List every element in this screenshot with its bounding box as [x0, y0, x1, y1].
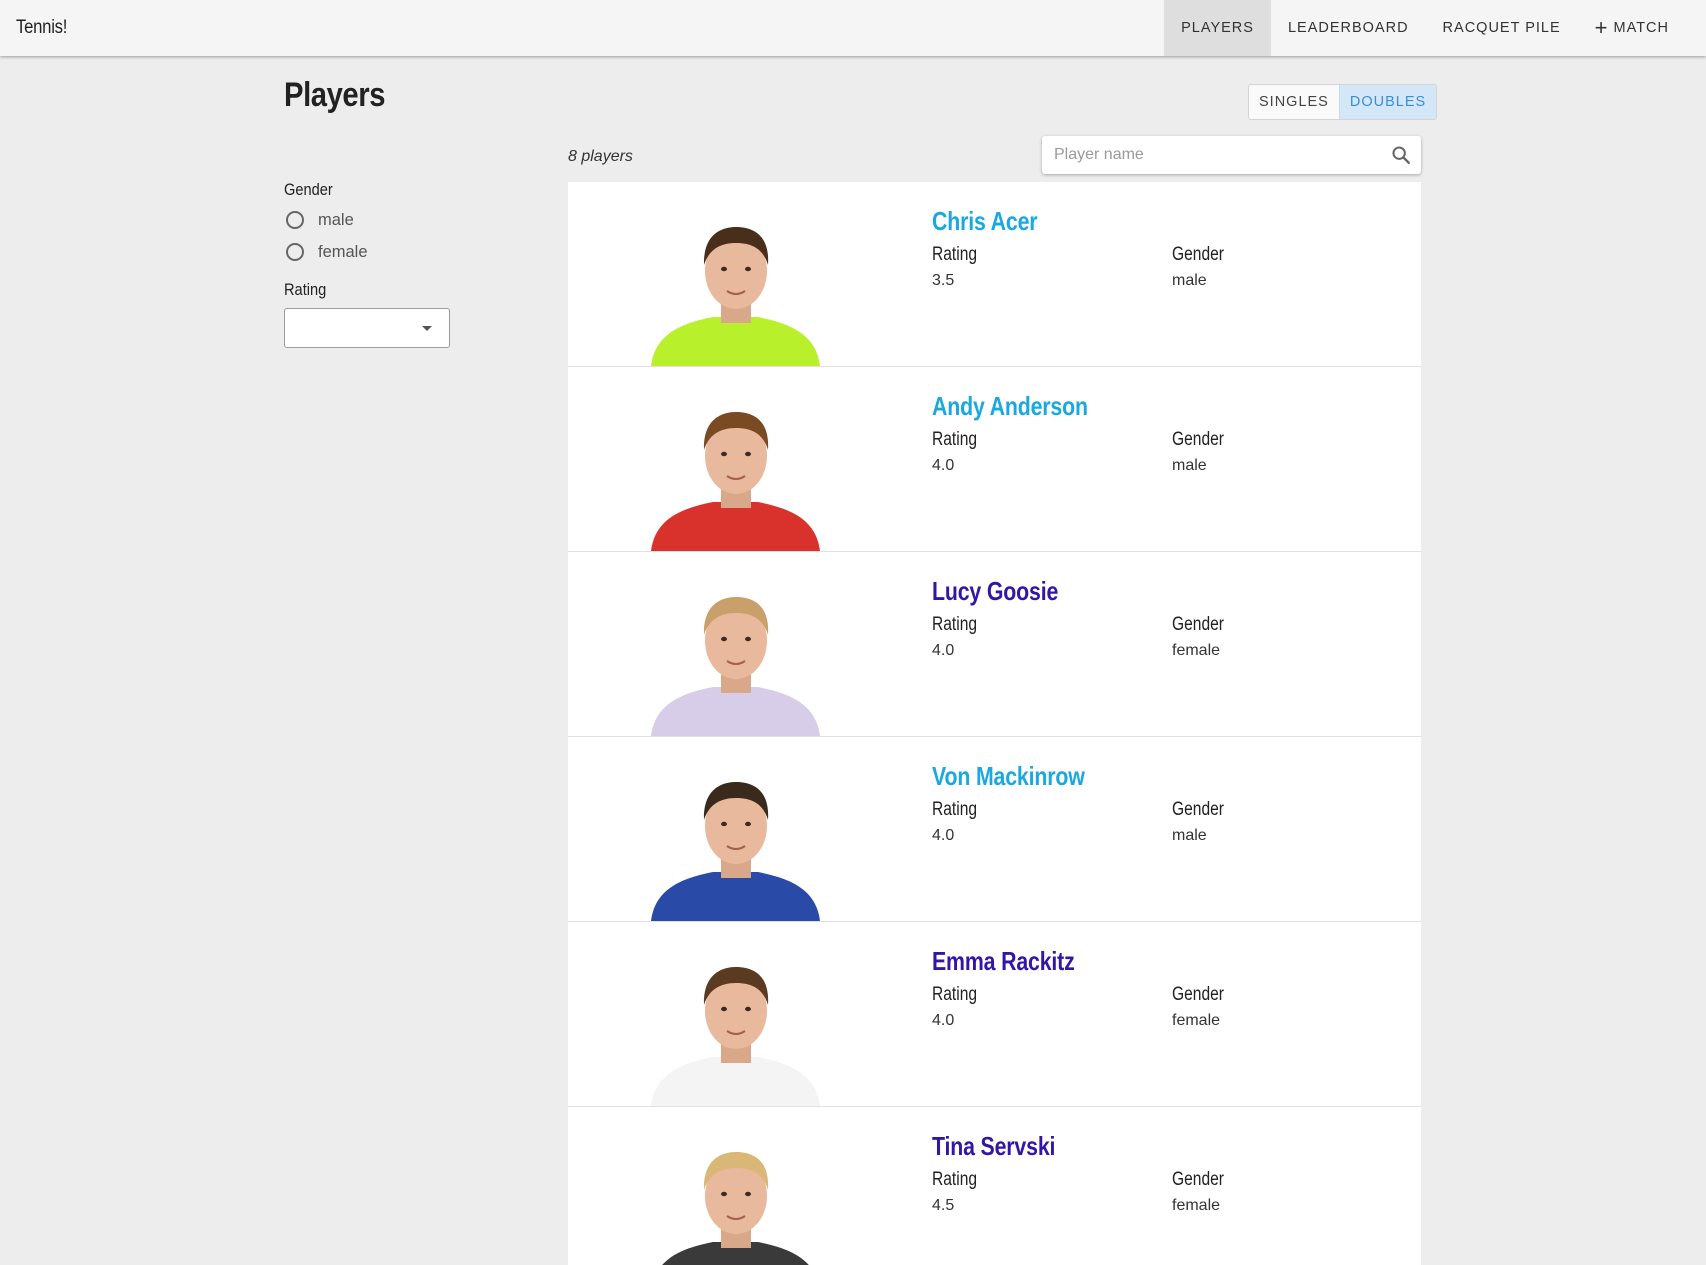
player-name-link[interactable]: Tina Servski: [932, 1131, 1055, 1162]
player-gender: male: [1172, 827, 1207, 844]
player-photo: [643, 203, 828, 366]
player-photo: [643, 388, 828, 551]
player-card[interactable]: Chris Acer Rating Gender 3.5 male: [568, 182, 1421, 367]
player-rating: 4.0: [932, 457, 955, 474]
nav-leaderboard[interactable]: LEADERBOARD: [1271, 0, 1426, 56]
player-name-link[interactable]: Lucy Goosie: [932, 576, 1058, 607]
nav-players[interactable]: PLAYERS: [1164, 0, 1271, 56]
player-photo: [643, 758, 828, 921]
caret-down-icon: [422, 326, 432, 331]
player-rating: 3.5: [932, 272, 955, 289]
player-name-link[interactable]: Von Mackinrow: [932, 761, 1085, 792]
shirt: [651, 317, 820, 366]
rating-select[interactable]: [284, 308, 450, 348]
nav-players-label: PLAYERS: [1181, 20, 1254, 36]
rating-label: Rating: [932, 429, 978, 450]
gender-filter-label: Gender: [284, 180, 333, 199]
gender-label: Gender: [1172, 429, 1224, 450]
gender-option-female-label: female: [318, 242, 368, 261]
player-rating: 4.0: [932, 1012, 955, 1029]
page-title: Players: [284, 76, 386, 114]
player-gender: female: [1172, 1012, 1221, 1029]
player-gender: male: [1172, 272, 1207, 289]
top-nav-bar: Tennis! PLAYERS LEADERBOARD RACQUET PILE…: [0, 0, 1706, 56]
search-box: [1042, 136, 1421, 174]
player-name-link[interactable]: Chris Acer: [932, 206, 1038, 237]
app-brand[interactable]: Tennis!: [16, 17, 67, 39]
gender-label: Gender: [1172, 244, 1224, 265]
nav-add-match[interactable]: + MATCH: [1578, 0, 1686, 56]
player-card[interactable]: Andy Anderson Rating Gender 4.0 male: [568, 367, 1421, 552]
shirt: [651, 687, 820, 736]
doubles-button[interactable]: DOUBLES: [1338, 85, 1437, 119]
player-count: 8 players: [568, 148, 633, 165]
main-nav: PLAYERS LEADERBOARD RACQUET PILE + MATCH: [1164, 0, 1706, 56]
player-list: Chris Acer Rating Gender 3.5 male Andy A…: [568, 182, 1421, 1265]
rating-label: Rating: [932, 1169, 978, 1190]
player-card[interactable]: Lucy Goosie Rating Gender 4.0 female: [568, 552, 1421, 737]
gender-label: Gender: [1172, 614, 1224, 635]
player-rating: 4.0: [932, 642, 955, 659]
plus-icon: +: [1594, 15, 1609, 40]
player-card[interactable]: Tina Servski Rating Gender 4.5 female: [568, 1107, 1421, 1265]
gender-label: Gender: [1172, 799, 1224, 820]
shirt: [651, 1057, 820, 1106]
player-gender: female: [1172, 642, 1221, 659]
player-card[interactable]: Emma Rackitz Rating Gender 4.0 female: [568, 922, 1421, 1107]
player-rating: 4.5: [932, 1197, 955, 1214]
singles-button[interactable]: SINGLES: [1249, 85, 1339, 119]
player-card[interactable]: Von Mackinrow Rating Gender 4.0 male: [568, 737, 1421, 922]
player-gender: female: [1172, 1197, 1221, 1214]
player-rating: 4.0: [932, 827, 955, 844]
nav-racquet-pile-label: RACQUET PILE: [1442, 20, 1561, 36]
gender-radio-female[interactable]: female: [286, 236, 484, 268]
gender-label: Gender: [1172, 1169, 1224, 1190]
player-name-link[interactable]: Andy Anderson: [932, 391, 1088, 422]
player-gender: male: [1172, 457, 1207, 474]
player-photo: [643, 1128, 828, 1265]
radio-circle-icon[interactable]: [286, 243, 304, 261]
gender-radio-male[interactable]: male: [286, 204, 484, 236]
gender-label: Gender: [1172, 984, 1224, 1005]
shirt: [651, 872, 820, 921]
player-photo: [643, 573, 828, 736]
mode-toggle: SINGLES DOUBLES: [1248, 84, 1438, 120]
search-icon[interactable]: [1381, 136, 1421, 174]
filters-panel: Gender male female Rating: [284, 180, 484, 348]
search-input[interactable]: [1042, 136, 1381, 174]
rating-label: Rating: [932, 614, 978, 635]
nav-racquet-pile[interactable]: RACQUET PILE: [1426, 0, 1578, 56]
nav-add-match-label: MATCH: [1613, 20, 1669, 36]
rating-label: Rating: [932, 799, 978, 820]
rating-label: Rating: [932, 984, 978, 1005]
nav-leaderboard-label: LEADERBOARD: [1287, 20, 1409, 36]
radio-circle-icon[interactable]: [286, 211, 304, 229]
player-name-link[interactable]: Emma Rackitz: [932, 946, 1075, 977]
shirt: [651, 502, 820, 551]
rating-filter-label: Rating: [284, 280, 327, 299]
player-photo: [643, 943, 828, 1106]
gender-option-male-label: male: [318, 210, 354, 229]
rating-label: Rating: [932, 244, 978, 265]
